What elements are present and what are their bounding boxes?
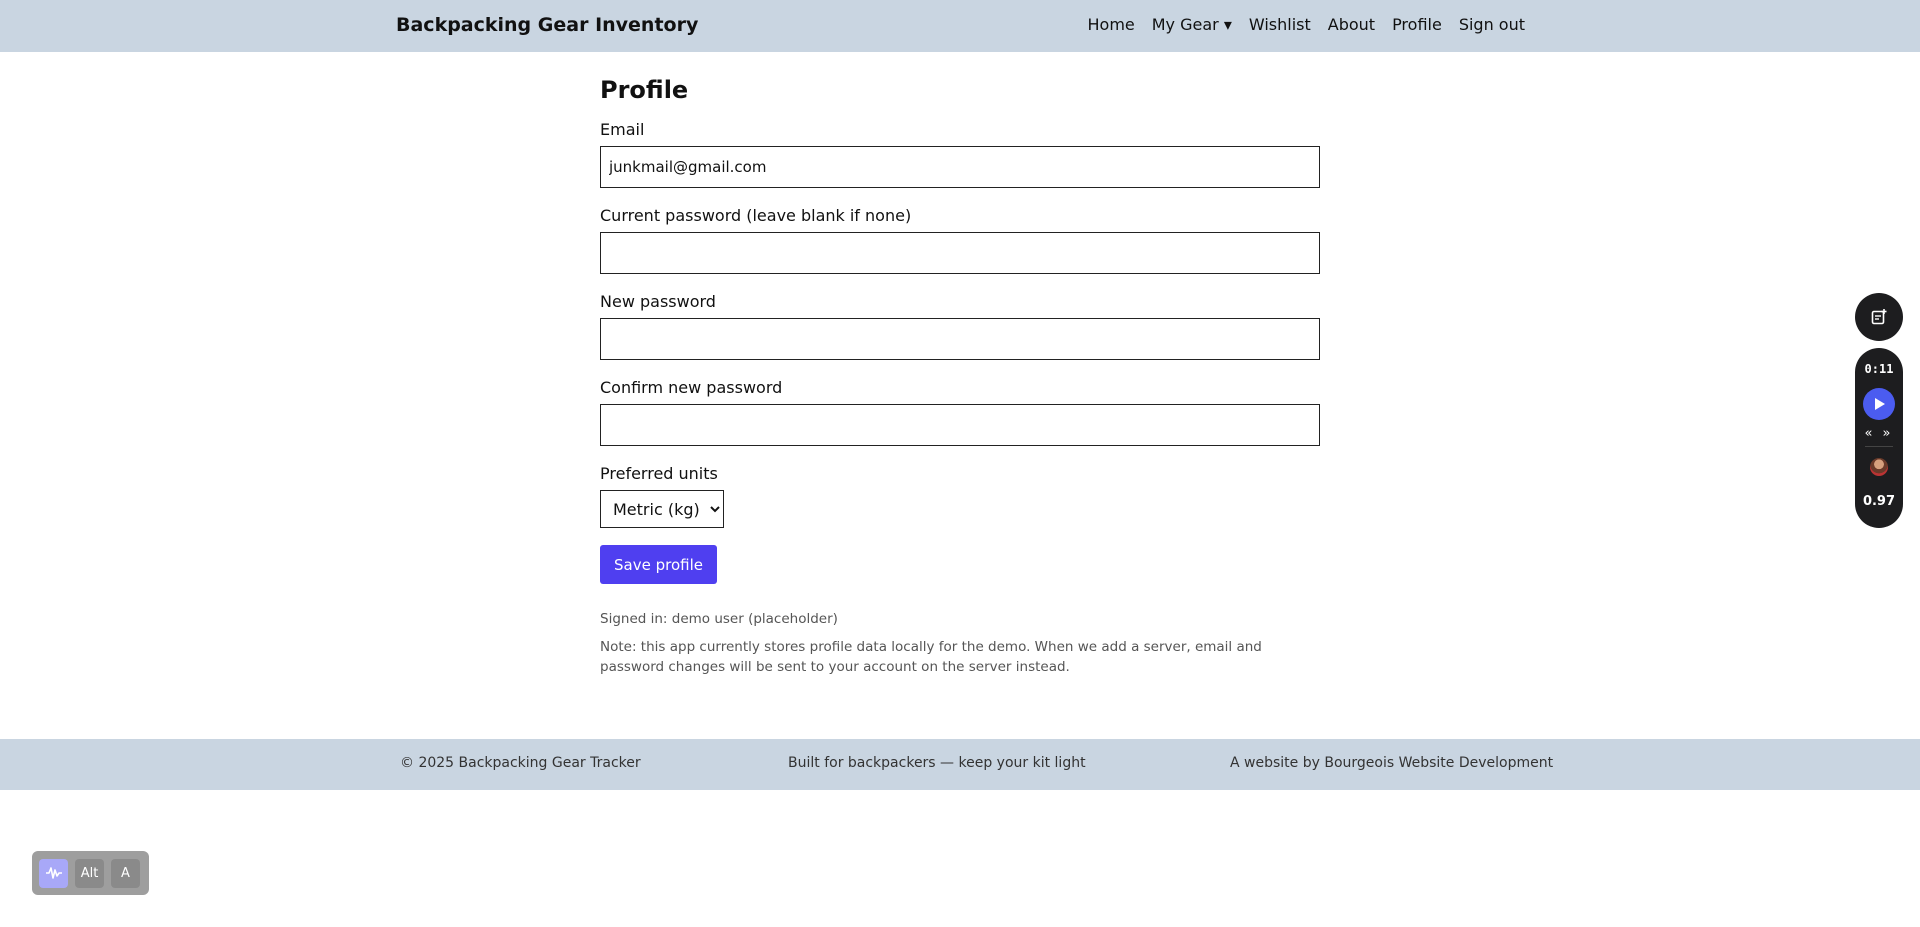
save-profile-button[interactable]: Save profile <box>600 545 717 584</box>
play-icon <box>1875 398 1885 410</box>
new-password-field[interactable] <box>600 318 1320 360</box>
nav-my-gear-dropdown[interactable]: My Gear ▾ <box>1152 15 1232 34</box>
footer-copyright: © 2025 Backpacking Gear Tracker <box>400 755 641 771</box>
waveform-button[interactable] <box>39 858 68 888</box>
play-button[interactable] <box>1863 388 1895 420</box>
skip-controls[interactable]: « » <box>1855 426 1903 441</box>
nav-profile[interactable]: Profile <box>1392 15 1442 34</box>
new-password-label: New password <box>600 292 716 311</box>
note-add-icon <box>1871 309 1887 325</box>
confirm-password-label: Confirm new password <box>600 378 783 397</box>
player-divider <box>1865 446 1893 447</box>
site-brand[interactable]: Backpacking Gear Inventory <box>396 14 698 36</box>
footer-credit: A website by Bourgeois Website Developme… <box>1230 755 1554 771</box>
avatar[interactable] <box>1870 458 1888 476</box>
email-label: Email <box>600 120 645 139</box>
units-select[interactable]: Metric (kg) <box>600 490 724 528</box>
nav-home[interactable]: Home <box>1088 15 1135 34</box>
audio-player-panel: 0:11 « » 0.97 <box>1855 348 1903 528</box>
top-navbar: Backpacking Gear Inventory Home My Gear … <box>0 0 1920 52</box>
font-size-button[interactable]: A <box>111 858 140 888</box>
waveform-icon <box>45 867 62 879</box>
demo-note: Note: this app currently stores profile … <box>600 639 1262 675</box>
nav-sign-out[interactable]: Sign out <box>1459 15 1525 34</box>
profile-form: Profile Email Current password (leave bl… <box>600 76 1320 677</box>
signed-in-status: Signed in: demo user (placeholder) <box>600 611 838 627</box>
nav-wishlist[interactable]: Wishlist <box>1249 15 1311 34</box>
footer-tagline: Built for backpackers — keep your kit li… <box>788 755 1086 771</box>
note-add-button[interactable] <box>1855 293 1903 341</box>
page-title: Profile <box>600 76 689 104</box>
confirm-password-field[interactable] <box>600 404 1320 446</box>
accessibility-toolbar: Alt A <box>32 851 149 895</box>
site-footer: © 2025 Backpacking Gear Tracker Built fo… <box>0 739 1920 790</box>
current-password-label: Current password (leave blank if none) <box>600 206 912 225</box>
main-nav: Home My Gear ▾ Wishlist About Profile Si… <box>1088 15 1526 34</box>
playback-speed[interactable]: 0.97 <box>1855 494 1903 509</box>
current-password-field[interactable] <box>600 232 1320 274</box>
alt-text-button[interactable]: Alt <box>75 858 104 888</box>
player-time: 0:11 <box>1864 362 1894 376</box>
units-label: Preferred units <box>600 464 718 483</box>
email-field[interactable] <box>600 146 1320 188</box>
nav-about[interactable]: About <box>1328 15 1375 34</box>
